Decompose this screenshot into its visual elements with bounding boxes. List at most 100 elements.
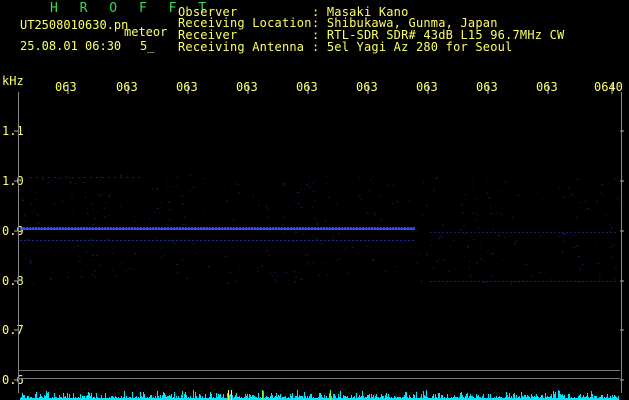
carrier-dot <box>311 227 313 228</box>
noise-dot <box>169 219 172 221</box>
faint-trace <box>42 177 44 178</box>
signal-bar <box>359 395 360 400</box>
sideband-dot <box>184 240 186 241</box>
noise-dot <box>531 275 533 276</box>
signal-bar <box>115 396 116 400</box>
noise-dot <box>204 182 206 184</box>
noise-dot <box>74 232 76 234</box>
noise-dot <box>296 192 299 194</box>
sideband-dot <box>268 240 270 241</box>
signal-bar <box>164 393 165 400</box>
noise-dot <box>482 213 484 215</box>
signal-bar <box>67 393 68 400</box>
carrier-dot <box>224 227 226 228</box>
signal-bar <box>307 396 308 400</box>
carrier-dot <box>188 227 190 228</box>
carrier-dot <box>335 227 337 228</box>
noise-dot <box>515 281 518 283</box>
noise-dot <box>125 270 127 272</box>
signal-bar <box>167 396 168 400</box>
noise-dot <box>448 245 451 247</box>
faint-trace <box>434 232 436 233</box>
noise-dot <box>99 194 101 196</box>
noise-dot <box>486 181 488 183</box>
signal-bar <box>144 394 145 400</box>
noise-dot <box>306 184 308 186</box>
noise-dot <box>505 181 507 183</box>
sideband-dot <box>180 240 182 241</box>
carrier-dot <box>137 227 139 228</box>
faint-trace <box>530 281 532 282</box>
noise-dot <box>372 182 374 184</box>
carrier-dot <box>305 227 307 228</box>
noise-dot <box>289 217 292 219</box>
noise-dot <box>94 275 97 277</box>
signal-bar <box>252 395 253 400</box>
carrier-dot <box>35 227 37 228</box>
noise-dot <box>79 260 81 262</box>
carrier-dot <box>299 227 301 228</box>
carrier-dot <box>278 227 280 228</box>
signal-bar <box>536 394 537 400</box>
carrier-dot <box>401 227 403 228</box>
faint-trace <box>570 281 572 282</box>
noise-dot <box>569 185 572 187</box>
signal-bar <box>375 396 376 400</box>
faint-trace <box>498 281 500 282</box>
signal-bar <box>483 394 484 400</box>
noise-dot <box>318 274 320 276</box>
signal-bar <box>545 393 546 400</box>
noise-dot <box>291 197 294 199</box>
noise-dot <box>160 202 162 204</box>
carrier-dot <box>326 227 328 228</box>
noise-dot <box>125 182 128 184</box>
noise-dot <box>423 181 425 183</box>
noise-dot <box>587 240 589 242</box>
noise-dot <box>335 209 338 211</box>
signal-bar <box>595 396 596 400</box>
noise-dot <box>542 198 545 200</box>
noise-dot <box>412 231 414 233</box>
carrier-dot <box>146 227 148 228</box>
noise-dot <box>60 201 63 203</box>
carrier-dot <box>197 227 199 228</box>
carrier-dot <box>320 227 322 228</box>
noise-dot <box>36 242 39 243</box>
noise-dot <box>233 219 235 221</box>
faint-trace <box>494 281 496 282</box>
signal-bar <box>220 394 221 400</box>
noise-dot <box>316 238 318 240</box>
signal-bar <box>24 395 25 400</box>
signal-bar <box>301 396 302 400</box>
noise-dot <box>108 214 111 216</box>
faint-trace <box>486 232 488 233</box>
sideband-dot <box>200 240 202 241</box>
noise-dot <box>442 224 444 226</box>
signal-bar <box>174 392 175 400</box>
noise-dot <box>556 204 558 206</box>
signal-bar <box>334 394 335 400</box>
noise-dot <box>37 222 40 224</box>
noise-dot <box>96 255 98 257</box>
faint-trace <box>446 232 448 233</box>
noise-dot <box>156 188 158 190</box>
noise-dot <box>120 205 122 207</box>
noise-dot <box>148 218 151 220</box>
noise-dot <box>515 240 517 242</box>
noise-dot <box>127 267 130 269</box>
noise-dot <box>294 200 296 202</box>
faint-trace <box>450 232 452 233</box>
noise-dot <box>436 221 438 223</box>
signal-bar <box>157 391 158 400</box>
signal-bar <box>554 394 555 400</box>
signal-bar <box>210 392 211 400</box>
signal-bar <box>299 395 300 400</box>
signal-bar <box>345 396 346 400</box>
noise-dot <box>181 259 184 261</box>
faint-trace <box>462 232 464 233</box>
faint-trace <box>610 281 612 282</box>
signal-bar <box>534 396 535 400</box>
noise-dot <box>516 193 519 195</box>
signal-bar <box>586 396 587 400</box>
noise-dot <box>360 275 363 277</box>
